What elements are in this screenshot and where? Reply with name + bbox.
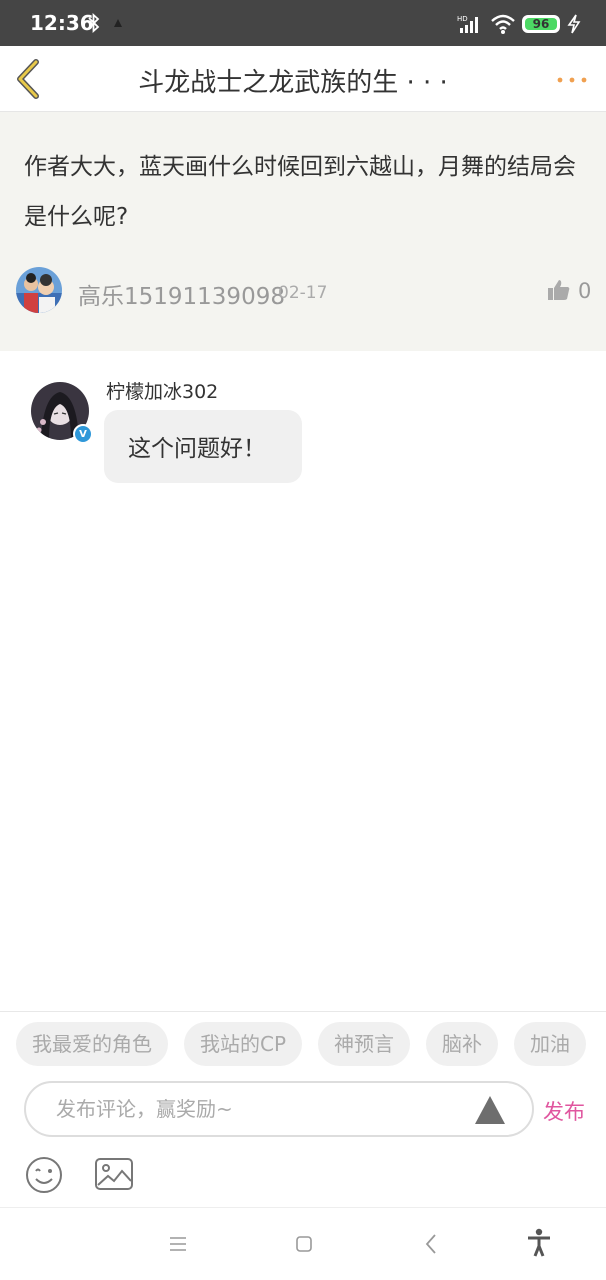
triangle-send-icon[interactable] <box>474 1095 506 1125</box>
asker-avatar[interactable] <box>16 267 62 313</box>
answer-author[interactable]: 柠檬加冰302 <box>106 377 218 404</box>
status-time: 12:36 <box>30 11 94 35</box>
asker-name[interactable]: 高乐15191139098 <box>78 277 285 311</box>
menu-icon[interactable] <box>168 1234 188 1254</box>
image-icon[interactable] <box>94 1156 134 1192</box>
accessibility-icon[interactable] <box>526 1228 552 1258</box>
quick-tag-chip[interactable]: 我最爱的角色 <box>16 1022 168 1066</box>
battery-level: 96 <box>525 17 557 31</box>
quick-tag-list: 我最爱的角色 我站的CP 神预言 脑补 加油 <box>16 1022 606 1066</box>
quick-tag-chip[interactable]: 加油 <box>514 1022 587 1066</box>
page-title: 斗龙战士之龙武族的生 · · · <box>138 68 448 98</box>
emoji-icon[interactable] <box>24 1155 64 1195</box>
verified-badge: V <box>73 424 93 444</box>
question-date: 02-17 <box>278 283 328 303</box>
like-count: 0 <box>578 279 592 303</box>
notification-icon <box>114 19 122 27</box>
status-bar: 12:36 HD 96 <box>0 0 606 46</box>
question-card: 作者大大，蓝天画什么时候回到六越山，月舞的结局会是什么呢? 高乐15191139… <box>0 112 606 351</box>
charging-icon <box>567 14 581 34</box>
wifi-icon <box>491 14 515 34</box>
system-nav-bar <box>0 1207 606 1280</box>
network-label: HD <box>457 15 468 23</box>
battery-icon: 96 <box>522 15 560 33</box>
signal-icon: HD <box>457 15 478 33</box>
back-button[interactable] <box>12 56 48 102</box>
comment-panel: 我最爱的角色 我站的CP 神预言 脑补 加油 发布 <box>0 1011 606 1207</box>
comment-box <box>24 1081 534 1137</box>
app-header: 斗龙战士之龙武族的生 · · · <box>0 46 606 112</box>
quick-tag-chip[interactable]: 脑补 <box>426 1022 499 1066</box>
home-square-icon[interactable] <box>294 1234 314 1254</box>
quick-tag-chip[interactable]: 神预言 <box>318 1022 411 1066</box>
question-text: 作者大大，蓝天画什么时候回到六越山，月舞的结局会是什么呢? <box>24 154 576 230</box>
publish-button[interactable]: 发布 <box>543 1096 585 1126</box>
answer-bubble: 这个问题好！ <box>104 410 302 483</box>
back-arrow-icon[interactable] <box>422 1232 440 1256</box>
answer-text: 这个问题好！ <box>128 436 266 462</box>
thumbs-up-icon[interactable] <box>547 278 571 302</box>
bluetooth-icon <box>88 13 100 33</box>
quick-tag-chip[interactable]: 我站的CP <box>184 1022 303 1066</box>
comment-input[interactable] <box>56 1097 456 1121</box>
more-dots-icon[interactable] <box>554 68 590 92</box>
